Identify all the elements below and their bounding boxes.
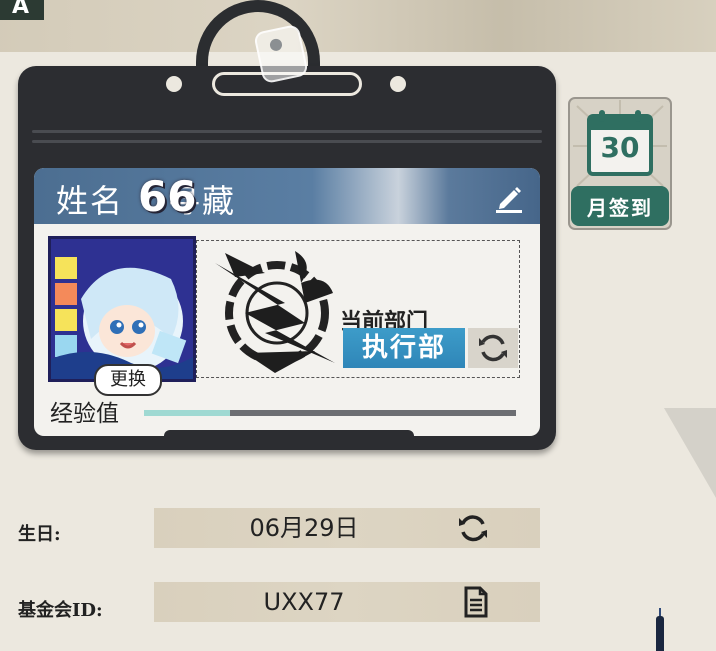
holder-rail: [32, 140, 542, 143]
player-level: 66: [138, 172, 197, 221]
corner-glyph: A: [12, 0, 30, 19]
foundation-id-label: 基金会ID:: [18, 600, 103, 621]
holder-rail: [32, 130, 542, 133]
foundation-id-value: UXX77: [263, 588, 345, 616]
edit-name-button[interactable]: [492, 180, 526, 214]
birthday-value: 06月29日: [249, 514, 359, 542]
name-label: 姓名: [56, 182, 125, 220]
decorative-pen: [656, 608, 664, 651]
foundation-id-field: UXX77: [154, 582, 540, 622]
holder-hole-left: [166, 76, 182, 92]
copy-id-button[interactable]: [458, 586, 492, 618]
exp-bar: [144, 410, 516, 416]
card-bottom-tab: [164, 430, 414, 436]
department-name-badge: 执行部: [343, 328, 465, 368]
document-icon: [464, 586, 488, 618]
checkin-label: 月签到: [587, 196, 653, 220]
birthday-field: 06月29日: [154, 508, 540, 548]
edit-pencil-icon: [496, 187, 522, 213]
refresh-icon: [479, 334, 507, 362]
refresh-icon: [459, 515, 487, 542]
department-emblem: [215, 251, 335, 373]
corner-badge: A: [0, 0, 44, 20]
id-card: 姓名 寻藏 66 更换 当前部门 执行部 经验值: [34, 168, 540, 436]
exp-bar-fill: [144, 410, 230, 416]
birthday-label: 生日:: [18, 524, 61, 545]
avatar-portrait: [51, 239, 193, 379]
avatar-frame[interactable]: [48, 236, 196, 382]
exp-label: 经验值: [50, 401, 119, 427]
change-avatar-button[interactable]: 更换: [94, 364, 162, 396]
checkin-day: 30: [600, 131, 640, 164]
switch-department-button[interactable]: [468, 328, 518, 368]
decorative-shape: [664, 408, 716, 498]
card-header: 姓名 寻藏: [34, 168, 540, 224]
background-banner: [0, 0, 716, 52]
holder-hole-right: [390, 76, 406, 92]
edit-birthday-button[interactable]: [456, 512, 490, 544]
monthly-checkin-button[interactable]: 30 月签到: [567, 96, 673, 231]
